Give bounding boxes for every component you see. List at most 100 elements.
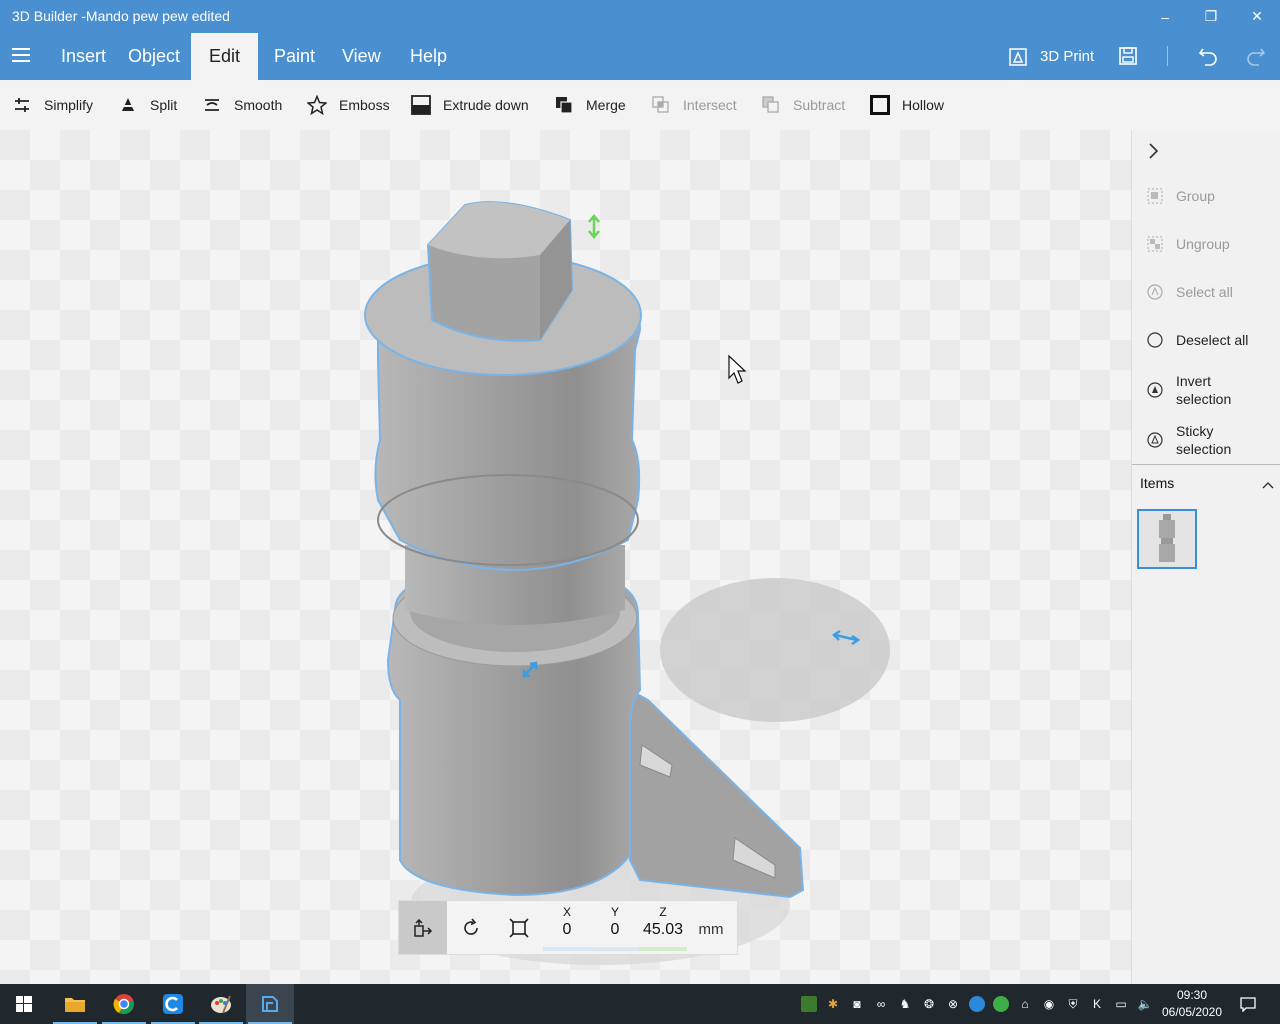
notifications-icon[interactable]: [1240, 996, 1256, 1012]
z-underline: [639, 947, 687, 951]
menu-edit[interactable]: Edit: [191, 33, 258, 80]
ungroup-icon: [1146, 235, 1164, 253]
taskbar-cura[interactable]: [149, 984, 197, 1024]
move-icon: [414, 918, 433, 937]
menu-insert[interactable]: Insert: [49, 33, 118, 80]
app-tray-icon[interactable]: ♞: [897, 996, 913, 1012]
hollow-button[interactable]: Hollow: [870, 80, 944, 130]
intersect-button[interactable]: Intersect: [651, 80, 737, 130]
clock[interactable]: 09:30 06/05/2020: [1158, 987, 1226, 1021]
save-icon[interactable]: [1118, 46, 1138, 71]
sticky-selection-button[interactable]: Sticky selection: [1146, 422, 1231, 458]
network-activity-tray-icon[interactable]: ✱: [825, 996, 841, 1012]
hamburger-menu-icon[interactable]: [12, 48, 30, 62]
taskbar-file-explorer[interactable]: [51, 984, 99, 1024]
invert-selection-label: Invert selection: [1176, 373, 1232, 407]
emboss-label: Emboss: [339, 97, 390, 113]
scale-mode-button[interactable]: [495, 901, 543, 954]
green-app-tray-icon[interactable]: [993, 996, 1009, 1012]
taskbar-chrome[interactable]: [100, 984, 148, 1024]
folder-icon: [65, 998, 85, 1012]
3d-print-label: 3D Print: [1040, 48, 1095, 65]
windows-logo-icon: [16, 996, 32, 1012]
smooth-icon: [202, 95, 222, 115]
cura-icon: [163, 994, 183, 1014]
deselect-all-button[interactable]: Deselect all: [1146, 331, 1248, 349]
rotate-mode-button[interactable]: [447, 901, 495, 954]
3d-model[interactable]: [0, 130, 1131, 984]
hollow-label: Hollow: [902, 97, 945, 113]
paint-palette-icon: [211, 995, 231, 1014]
menu-object[interactable]: Object: [116, 33, 192, 80]
unit-label[interactable]: mm: [691, 921, 731, 938]
3d-viewport[interactable]: X 0 Y 0 Z 45.03 mm: [0, 130, 1131, 984]
items-header-label: Items: [1140, 475, 1175, 491]
taskbar-paint[interactable]: [197, 984, 245, 1024]
extrude-down-button[interactable]: Extrude down: [411, 80, 529, 130]
y-value[interactable]: 0: [591, 921, 639, 939]
items-divider: [1132, 464, 1280, 465]
emboss-button[interactable]: Emboss: [307, 80, 390, 130]
subtract-button[interactable]: Subtract: [761, 80, 845, 130]
simplify-button[interactable]: Simplify: [12, 80, 93, 130]
move-mode-button[interactable]: [399, 901, 447, 954]
minimize-button[interactable]: –: [1142, 0, 1188, 33]
ungroup-label: Ungroup: [1176, 236, 1230, 252]
steam-tray-icon[interactable]: ◉: [1041, 996, 1057, 1012]
side-panel: Group Ungroup Select all Deselect all In…: [1131, 130, 1280, 984]
k-tray-icon[interactable]: K: [1089, 996, 1105, 1012]
xbox-tray-icon[interactable]: ⊗: [945, 996, 961, 1012]
network-tray-icon[interactable]: ▭: [1113, 996, 1129, 1012]
group-icon: [1146, 187, 1164, 205]
select-all-label: Select all: [1176, 284, 1233, 300]
chevron-up-icon[interactable]: [1261, 477, 1275, 493]
redo-icon[interactable]: [1245, 45, 1267, 72]
smooth-button[interactable]: Smooth: [202, 80, 282, 130]
star-icon: [307, 95, 327, 115]
link-tray-icon[interactable]: ∞: [873, 996, 889, 1012]
split-icon: [118, 95, 138, 115]
merge-button[interactable]: Merge: [554, 80, 626, 130]
volume-tray-icon[interactable]: 🔈: [1137, 996, 1153, 1012]
x-value[interactable]: 0: [543, 921, 591, 939]
sync-tray-icon[interactable]: [969, 996, 985, 1012]
taskbar-3d-builder[interactable]: [246, 984, 294, 1024]
menu-view[interactable]: View: [330, 33, 393, 80]
clock-date: 06/05/2020: [1161, 1005, 1223, 1019]
discord-tray-icon[interactable]: ◙: [849, 996, 865, 1012]
menu-bar: Insert Object Edit Paint View Help 3D Pr…: [0, 33, 1280, 80]
3d-print-button[interactable]: 3D Print: [1008, 33, 1094, 80]
split-label: Split: [150, 97, 178, 113]
settings-tray-icon[interactable]: ❂: [921, 996, 937, 1012]
y-underline: [591, 947, 639, 951]
sticky-selection-label: Sticky selection: [1176, 423, 1232, 457]
nvidia-tray-icon[interactable]: [801, 996, 817, 1012]
chrome-icon: [113, 994, 134, 1015]
shield-tray-icon[interactable]: ⛨: [1065, 996, 1081, 1012]
group-label: Group: [1176, 188, 1215, 204]
title-bar: 3D Builder -Mando pew pew edited – ❐ ✕: [0, 0, 1280, 33]
menu-help[interactable]: Help: [398, 33, 459, 80]
close-button[interactable]: ✕: [1234, 0, 1280, 33]
deselect-all-icon: [1146, 331, 1164, 349]
z-value[interactable]: 45.03: [639, 921, 687, 939]
ungroup-button[interactable]: Ungroup: [1146, 235, 1230, 253]
z-label: Z: [659, 905, 667, 919]
start-button[interactable]: [0, 984, 48, 1024]
model-shadow: [660, 578, 890, 722]
invert-selection-button[interactable]: Invert selection: [1146, 372, 1231, 408]
window-title: 3D Builder -Mando pew pew edited: [12, 8, 230, 24]
group-button[interactable]: Group: [1146, 187, 1215, 205]
collapse-panel-chevron-icon[interactable]: [1146, 142, 1160, 165]
item-thumbnail[interactable]: [1137, 509, 1197, 569]
restore-button[interactable]: ❐: [1188, 0, 1234, 33]
menu-paint[interactable]: Paint: [262, 33, 327, 80]
usb-tray-icon[interactable]: ⌂: [1017, 996, 1033, 1012]
items-header[interactable]: Items: [1140, 475, 1275, 491]
toolbar-divider: [1167, 46, 1168, 66]
undo-icon[interactable]: [1197, 45, 1219, 72]
select-all-button[interactable]: Select all: [1146, 283, 1233, 301]
vertical-move-arrow-icon: [588, 214, 600, 239]
split-button[interactable]: Split: [118, 80, 177, 130]
scale-icon: [509, 917, 529, 938]
